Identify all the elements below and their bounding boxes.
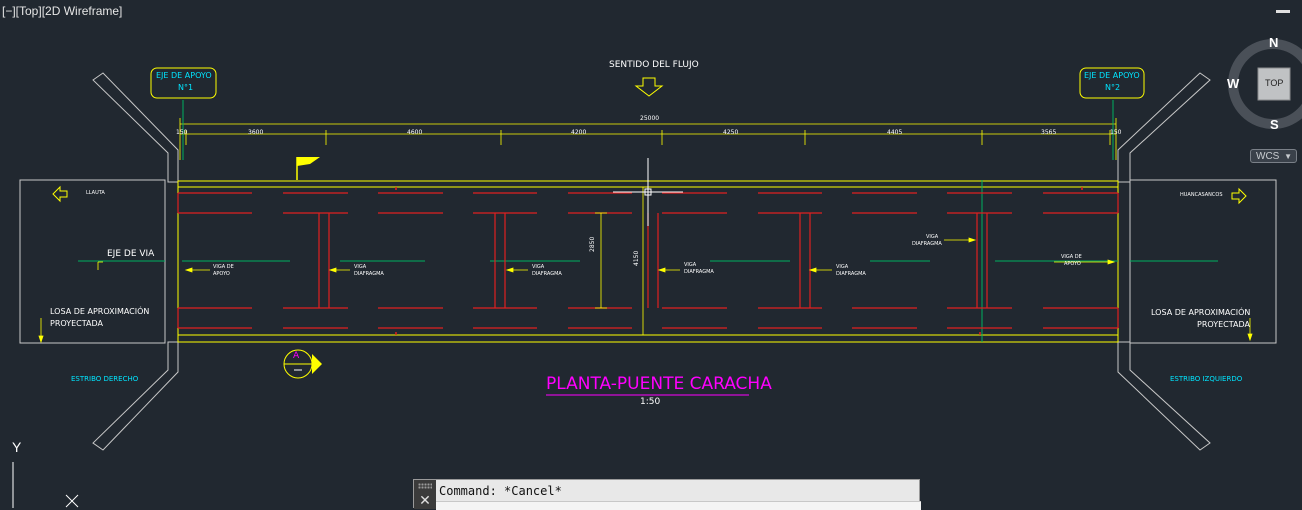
- crosshair-cursor-icon: [613, 158, 683, 226]
- command-input[interactable]: [436, 501, 921, 510]
- diaphragm-2-line2: DIAFRAGMA: [532, 271, 562, 277]
- command-line-grip[interactable]: ✕: [414, 480, 436, 509]
- dim-4: 4250: [723, 129, 739, 136]
- viewcube-north[interactable]: N: [1269, 36, 1278, 49]
- dim-1: 3600: [248, 129, 264, 136]
- minimize-icon[interactable]: [1276, 10, 1290, 13]
- viewcube-west[interactable]: W: [1227, 77, 1239, 90]
- left-abutment-label: ESTRIBO DERECHO: [71, 375, 139, 383]
- ucs-y-label: Y: [12, 439, 22, 455]
- diaphragm-4-line1: VIGA: [836, 264, 849, 270]
- diaphragm-2-line1: VIGA: [532, 264, 545, 270]
- axis-1-label-line2: N°1: [178, 83, 194, 92]
- dim-5: 4405: [887, 129, 903, 136]
- road-axis-label: EJE DE VIA: [107, 249, 155, 259]
- axis-2-label-line2: N°2: [1105, 83, 1121, 92]
- diaphragm-1-line1: VIGA: [354, 264, 367, 270]
- axis-1-label-line1: EJE DE APOYO: [156, 71, 212, 80]
- support-beam-1-line1: VIGA DE: [213, 264, 234, 270]
- wcs-label: WCS: [1256, 151, 1280, 162]
- axis-lines: [182, 100, 1114, 160]
- ucs-icon: [12, 462, 79, 508]
- right-abutment-label: ESTRIBO IZQUIERDO: [1170, 375, 1243, 383]
- right-city-label: HUANCASANCOS: [1180, 192, 1223, 198]
- viewport-controls-label[interactable]: [−][Top][2D Wireframe]: [2, 5, 122, 17]
- right-direction-arrow-icon: [1231, 187, 1247, 205]
- top-dimension-line: [179, 118, 1117, 160]
- vertical-dim-1: 2850: [589, 236, 596, 252]
- drawing-scale: 1:50: [640, 397, 661, 407]
- diaphragm-1-line2: DIAFRAGMA: [354, 271, 384, 277]
- close-icon[interactable]: ✕: [417, 492, 433, 508]
- dim-3: 4200: [571, 129, 587, 136]
- left-city-label: LLAUTA: [86, 190, 105, 196]
- axis-2-label-line1: EJE DE APOYO: [1084, 71, 1140, 80]
- right-slab-label-line1: LOSA DE APROXIMACIÓN: [1151, 308, 1251, 317]
- dim-6: 3565: [1041, 129, 1057, 136]
- section-mark-icon: [283, 349, 322, 379]
- support-beam-2-line2: APOYO: [1064, 261, 1081, 267]
- support-beam-2-line1: VIGA DE: [1061, 254, 1082, 260]
- dim-7: 150: [1110, 129, 1122, 136]
- viewcube-south[interactable]: S: [1270, 118, 1279, 131]
- grip-icon: [418, 483, 432, 489]
- diaphragm-3-line2: DIAFRAGMA: [684, 269, 714, 275]
- chevron-down-icon: ▼: [1284, 152, 1292, 161]
- command-line[interactable]: ✕ Command: *Cancel*: [413, 479, 921, 510]
- support-beam-1-line2: APOYO: [213, 271, 230, 277]
- left-slab-label-line1: LOSA DE APROXIMACIÓN: [50, 307, 150, 316]
- dim-0: 150: [176, 129, 188, 136]
- flag-icon: [296, 157, 320, 180]
- section-mark-letter: A: [293, 351, 300, 361]
- diaphragm-4-line2: DIAFRAGMA: [836, 271, 866, 277]
- flow-arrow-icon: [634, 77, 664, 97]
- total-dimension: 25000: [640, 115, 660, 122]
- left-direction-arrow-icon: [52, 185, 68, 203]
- command-history-text: Command: *Cancel*: [439, 484, 562, 498]
- diaphragm-5-line1: VIGA: [926, 234, 939, 240]
- dim-2: 4600: [407, 129, 423, 136]
- flow-label: SENTIDO DEL FLUJO: [609, 60, 699, 70]
- wcs-menu-button[interactable]: WCS ▼: [1250, 149, 1297, 163]
- diaphragm-5-line2: DIAFRAGMA: [912, 241, 942, 247]
- drawing-title: PLANTA-PUENTE CARACHA: [546, 374, 772, 394]
- diaphragm-3-line1: VIGA: [684, 262, 697, 268]
- right-slab-label-line2: PROYECTADA: [1197, 320, 1250, 329]
- left-slab-label-line2: PROYECTADA: [50, 319, 103, 328]
- viewcube-top-face[interactable]: TOP: [1265, 79, 1283, 88]
- vertical-dim-2: 4150: [633, 250, 640, 266]
